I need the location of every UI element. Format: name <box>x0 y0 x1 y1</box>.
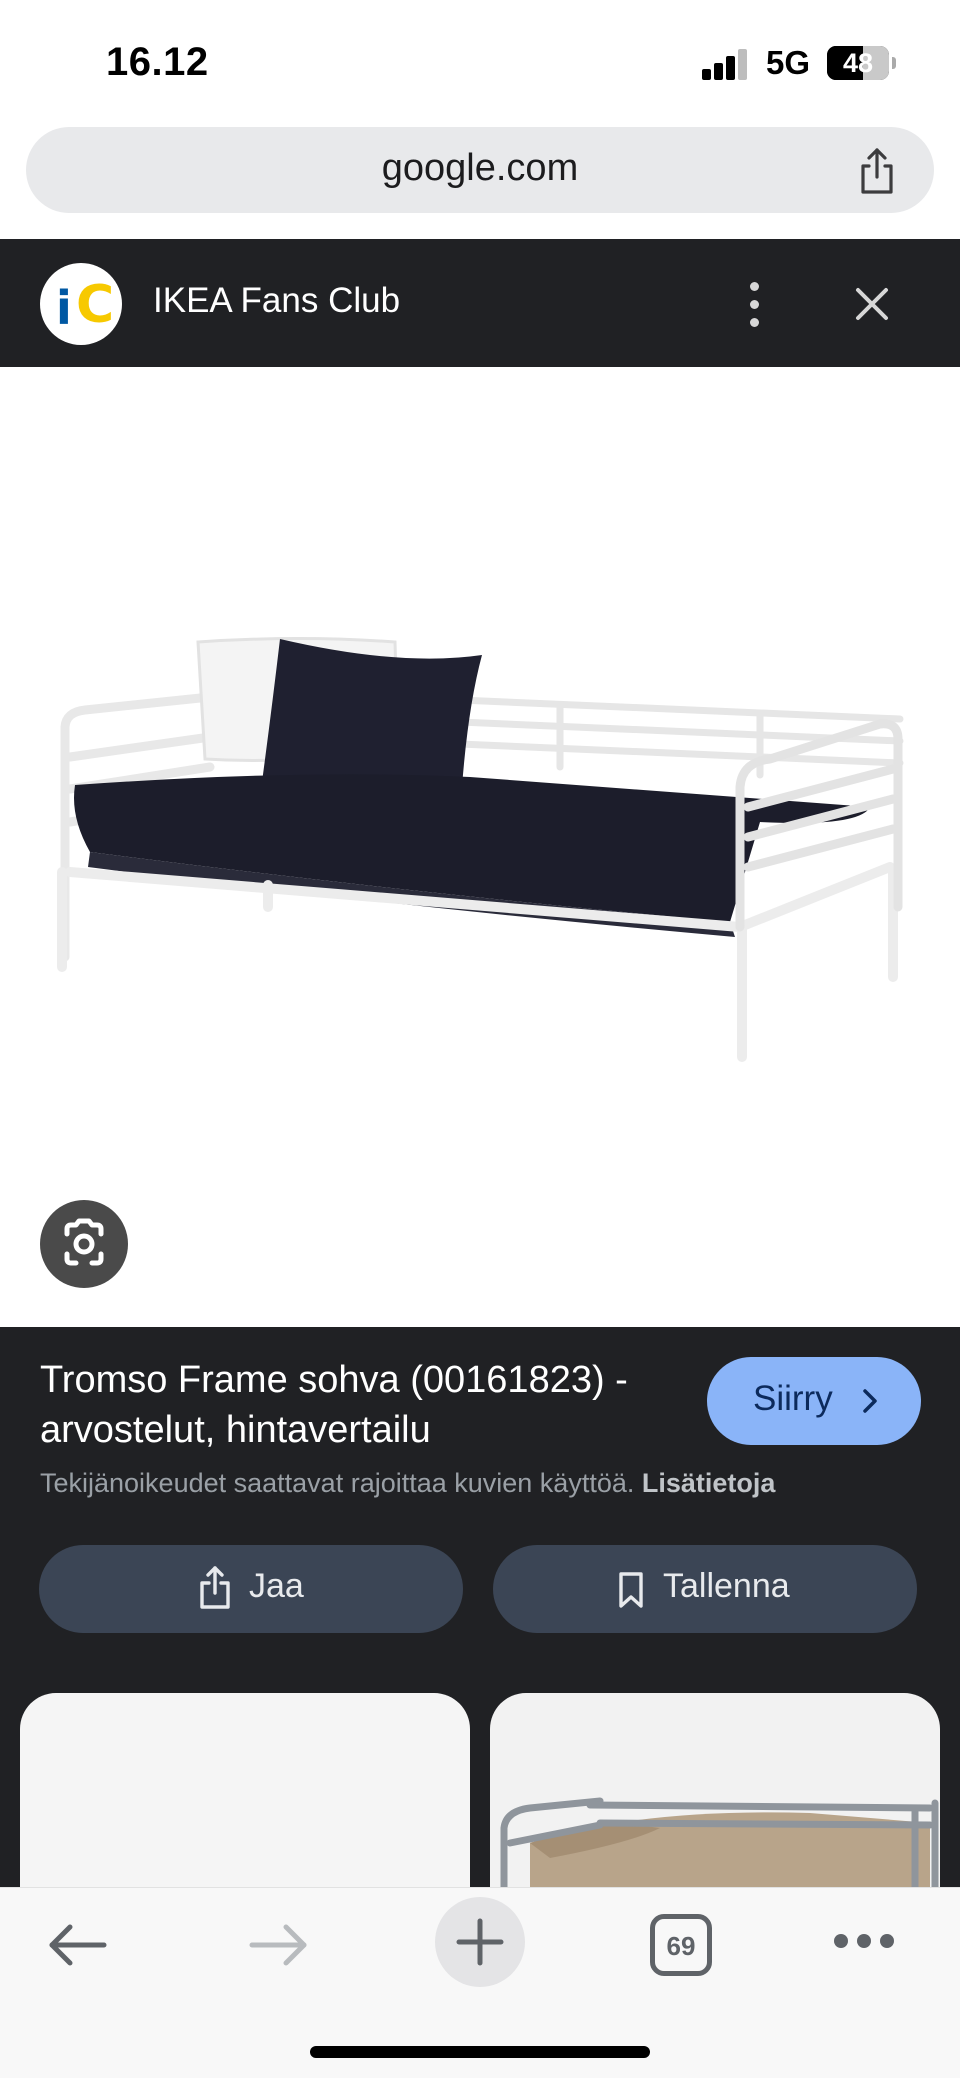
clock: 16.12 <box>106 40 209 84</box>
copyright-notice: Tekijänoikeudet saattavat rajoittaa kuvi… <box>40 1468 775 1499</box>
status-bar: 16.12 5G 48 <box>0 0 960 120</box>
copyright-text: Tekijänoikeudet saattavat rajoittaa kuvi… <box>40 1468 635 1498</box>
related-result-card[interactable] <box>490 1693 940 1893</box>
home-indicator <box>310 2046 650 2058</box>
share-label: Jaa <box>249 1567 304 1605</box>
url-text[interactable]: google.com <box>26 147 934 190</box>
visual-search-button[interactable] <box>40 1200 128 1288</box>
bookmark-icon <box>619 1572 643 1608</box>
related-result-card[interactable] <box>20 1693 470 1893</box>
tab-count: 69 <box>666 1931 696 1961</box>
save-button[interactable]: Tallenna <box>493 1545 917 1633</box>
signal-icon <box>702 48 750 80</box>
tab-switcher-button[interactable]: 69 <box>650 1914 712 1976</box>
visit-label: Siirry <box>753 1379 833 1418</box>
product-image[interactable] <box>0 367 960 1327</box>
battery-icon: 48 <box>827 46 889 80</box>
network-type: 5G <box>766 44 811 81</box>
result-title[interactable]: Tromso Frame sohva (00161823) - arvostel… <box>40 1355 690 1455</box>
result-header <box>0 239 960 367</box>
new-tab-button[interactable] <box>435 1897 525 1987</box>
address-bar[interactable]: google.com <box>26 127 934 213</box>
site-logo: iC <box>40 263 122 345</box>
share-button[interactable]: Jaa <box>39 1545 463 1633</box>
visit-button[interactable]: Siirry <box>707 1357 921 1445</box>
more-options-icon[interactable] <box>742 280 766 330</box>
daybed-image <box>57 637 904 1062</box>
battery-level: 48 <box>842 48 874 78</box>
forward-icon[interactable] <box>246 1920 312 1970</box>
chevron-right-icon <box>863 1389 877 1413</box>
plus-icon <box>456 1918 504 1966</box>
site-name[interactable]: IKEA Fans Club <box>153 281 400 321</box>
more-menu-icon[interactable] <box>834 1934 894 1950</box>
share-icon <box>200 1566 230 1609</box>
close-icon[interactable] <box>850 282 894 326</box>
back-icon[interactable] <box>44 1920 110 1970</box>
share-icon[interactable] <box>852 146 902 196</box>
save-label: Tallenna <box>663 1567 790 1605</box>
battery-tip <box>892 57 896 69</box>
learn-more-link[interactable]: Lisätietoja <box>642 1468 776 1498</box>
related-daybed-image <box>500 1797 939 1893</box>
